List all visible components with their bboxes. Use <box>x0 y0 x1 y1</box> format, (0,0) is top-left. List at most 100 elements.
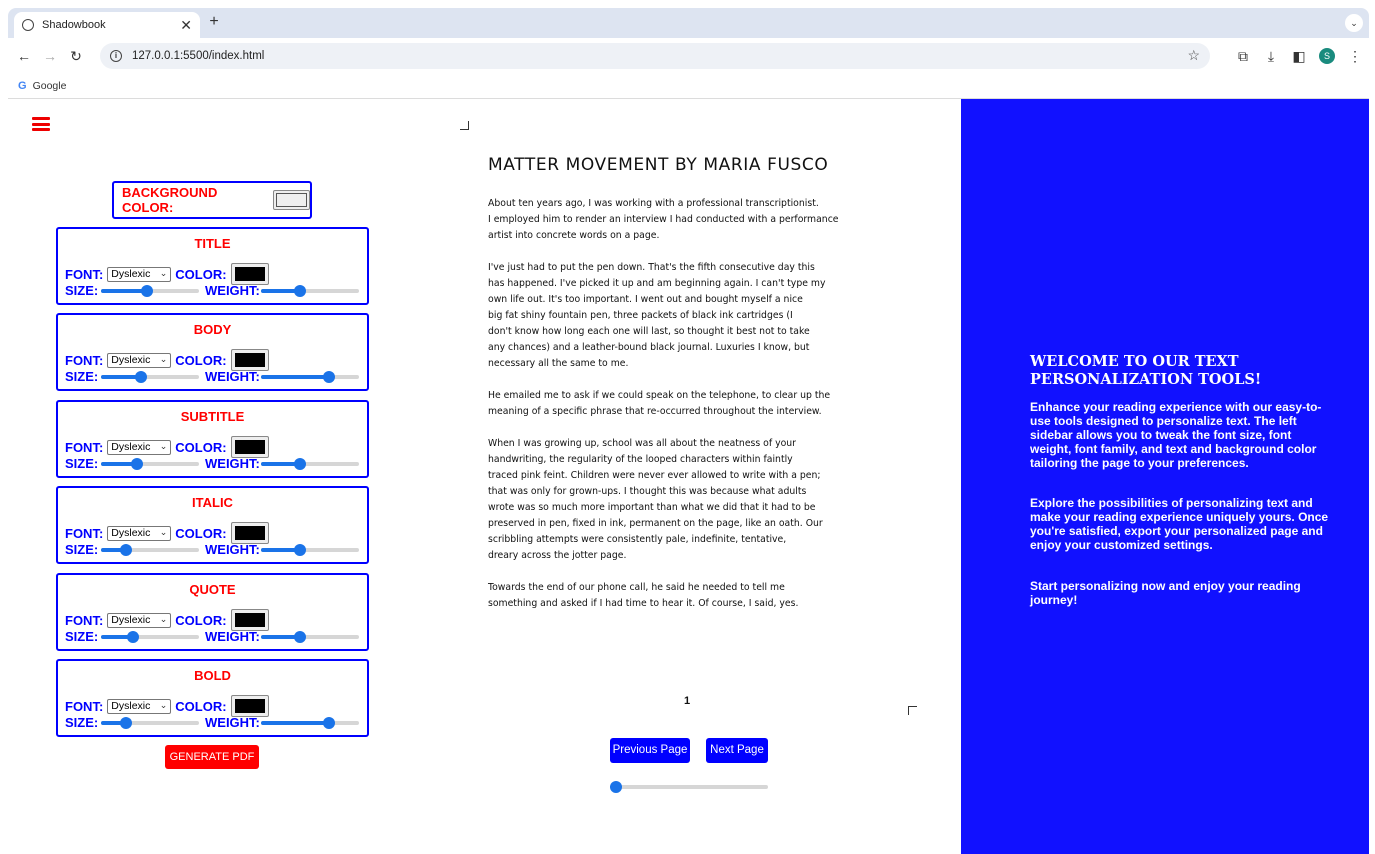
color-label: COLOR: <box>175 266 227 282</box>
bookmarks-bar: G Google <box>8 74 1369 99</box>
size-label: SIZE: <box>65 369 99 384</box>
color-label: COLOR: <box>175 612 227 628</box>
chevron-down-icon: ⌄ <box>159 353 168 364</box>
font-select[interactable]: Dyslexic ⌄ <box>107 525 172 541</box>
size-label: SIZE: <box>65 456 99 471</box>
page-slider[interactable] <box>610 779 768 795</box>
color-picker[interactable] <box>230 695 269 717</box>
panel-title: SUBTITLE <box>180 409 245 424</box>
chevron-down-icon: ⌄ <box>159 526 168 537</box>
next-page-button[interactable]: Next Page <box>706 738 768 763</box>
font-select[interactable]: Dyslexic ⌄ <box>107 612 172 628</box>
color-picker[interactable] <box>230 349 269 371</box>
size-slider[interactable] <box>101 283 199 299</box>
color-picker[interactable] <box>230 436 269 458</box>
paragraph: Towards the end of our phone call, he sa… <box>488 582 799 609</box>
hamburger-menu-icon[interactable] <box>32 117 50 131</box>
document-title: MATTER MOVEMENT BY MARIA FUSCO <box>488 155 829 175</box>
color-label: COLOR: <box>175 352 227 368</box>
chevron-down-icon: ⌄ <box>159 267 168 278</box>
browser-tab[interactable]: Shadowbook ✕ <box>14 12 200 38</box>
page-corner-bottom-right <box>908 706 917 715</box>
size-slider[interactable] <box>101 629 199 645</box>
font-label: FONT: <box>65 352 104 368</box>
weight-slider[interactable] <box>261 629 359 645</box>
download-icon[interactable]: ⤓ <box>1257 48 1285 65</box>
weight-slider[interactable] <box>261 456 359 472</box>
size-slider[interactable] <box>101 369 199 385</box>
toolbar-actions: ⧉ ⤓ ◧ S ⋮ <box>1229 38 1369 74</box>
weight-label: WEIGHT: <box>205 715 260 730</box>
welcome-paragraph-1: Enhance your reading experience with our… <box>1030 400 1322 470</box>
chevron-down-icon: ⌄ <box>159 613 168 624</box>
style-panel-italic: ITALIC FONT: Dyslexic ⌄ COLOR: SIZE: WEIG… <box>56 486 369 564</box>
font-select[interactable]: Dyslexic ⌄ <box>107 439 172 455</box>
color-picker[interactable] <box>230 609 269 631</box>
weight-slider[interactable] <box>261 542 359 558</box>
welcome-panel: WELCOME TO OUR TEXT PERSONALIZATION TOOL… <box>961 99 1369 854</box>
style-panel-quote: QUOTE FONT: Dyslexic ⌄ COLOR: SIZE: WEIGH… <box>56 573 369 651</box>
browser-toolbar: ← → ↻ i 127.0.0.1:5500/index.html ☆ ⧉ ⤓ … <box>8 38 1369 74</box>
extensions-icon[interactable]: ⧉ <box>1229 48 1257 65</box>
color-label: COLOR: <box>175 698 227 714</box>
font-select[interactable]: Dyslexic ⌄ <box>107 266 172 282</box>
globe-icon <box>22 19 34 31</box>
font-label: FONT: <box>65 439 104 455</box>
google-icon: G <box>18 80 27 92</box>
side-panel-icon[interactable]: ◧ <box>1285 48 1313 65</box>
address-bar[interactable]: i 127.0.0.1:5500/index.html ☆ <box>100 43 1210 69</box>
welcome-paragraph-2: Explore the possibilities of personalizi… <box>1030 496 1329 552</box>
size-slider[interactable] <box>101 456 199 472</box>
close-tab-icon[interactable]: ✕ <box>180 17 192 34</box>
paragraph: I've just had to put the pen down. That'… <box>488 262 826 369</box>
forward-icon[interactable]: → <box>40 48 60 64</box>
font-label: FONT: <box>65 612 104 628</box>
background-color-picker[interactable] <box>272 190 310 210</box>
panel-title: BODY <box>193 322 232 337</box>
weight-slider[interactable] <box>261 283 359 299</box>
style-panel-bold: BOLD FONT: Dyslexic ⌄ COLOR: SIZE: WEIGHT… <box>56 659 369 737</box>
size-label: SIZE: <box>65 542 99 557</box>
menu-kebab-icon[interactable]: ⋮ <box>1341 48 1369 65</box>
font-label: FONT: <box>65 698 104 714</box>
size-slider[interactable] <box>101 715 199 731</box>
site-info-icon[interactable]: i <box>110 50 122 62</box>
weight-label: WEIGHT: <box>205 456 260 471</box>
font-select[interactable]: Dyslexic ⌄ <box>107 698 172 714</box>
panel-title: TITLE <box>194 236 231 251</box>
style-panel-title: TITLE FONT: Dyslexic ⌄ COLOR: SIZE: WEIGH… <box>56 227 369 305</box>
welcome-heading: WELCOME TO OUR TEXT PERSONALIZATION TOOL… <box>1030 353 1262 388</box>
weight-slider[interactable] <box>261 369 359 385</box>
size-label: SIZE: <box>65 629 99 644</box>
size-slider[interactable] <box>101 542 199 558</box>
weight-slider[interactable] <box>261 715 359 731</box>
paragraph: He emailed me to ask if we could speak o… <box>488 390 831 417</box>
chevron-down-icon: ⌄ <box>159 440 168 451</box>
tab-search-icon[interactable]: ⌄ <box>1345 14 1363 32</box>
reload-icon[interactable]: ↻ <box>66 48 86 65</box>
bookmark-star-icon[interactable]: ☆ <box>1187 47 1200 64</box>
weight-label: WEIGHT: <box>205 369 260 384</box>
paragraph: When I was growing up, school was all ab… <box>488 438 823 561</box>
font-label: FONT: <box>65 525 104 541</box>
profile-avatar[interactable]: S <box>1319 48 1335 64</box>
weight-label: WEIGHT: <box>205 629 260 644</box>
font-label: FONT: <box>65 266 104 282</box>
tab-title: Shadowbook <box>42 19 106 31</box>
color-label: COLOR: <box>175 525 227 541</box>
panel-title: ITALIC <box>192 495 233 510</box>
color-picker[interactable] <box>230 522 269 544</box>
panel-title: BOLD <box>194 668 231 683</box>
style-panel-subtitle: SUBTITLE FONT: Dyslexic ⌄ COLOR: SIZE: WE… <box>56 400 369 478</box>
url-text: 127.0.0.1:5500/index.html <box>132 50 265 62</box>
back-icon[interactable]: ← <box>14 48 34 64</box>
size-label: SIZE: <box>65 283 99 298</box>
new-tab-button[interactable]: + <box>204 13 224 31</box>
font-select[interactable]: Dyslexic ⌄ <box>107 352 172 368</box>
color-picker[interactable] <box>230 263 269 285</box>
generate-pdf-button[interactable]: GENERATE PDF <box>165 745 259 769</box>
background-color-control: BACKGROUND COLOR: <box>112 181 312 219</box>
previous-page-button[interactable]: Previous Page <box>610 738 690 763</box>
bookmark-google[interactable]: Google <box>33 80 67 92</box>
browser-chrome: Shadowbook ✕ + ⌄ ← → ↻ i 127.0.0.1:5500/… <box>8 8 1369 99</box>
